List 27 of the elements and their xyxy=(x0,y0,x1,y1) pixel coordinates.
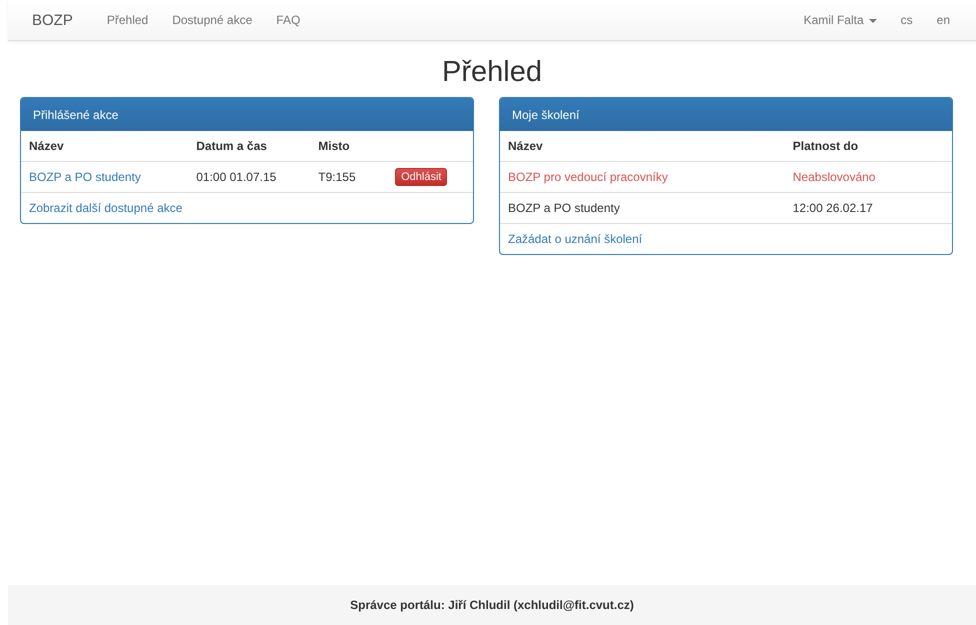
user-menu[interactable]: Kamil Falta xyxy=(792,13,889,27)
unregister-button[interactable]: Odhlásit xyxy=(395,168,448,186)
page-title: Přehled xyxy=(442,56,542,88)
event-link[interactable]: BOZP a PO studenty xyxy=(29,170,141,184)
column-header: Platnost do xyxy=(784,131,952,162)
table-cell: 12:00 26.02.17 xyxy=(784,192,952,223)
request-link[interactable]: Zažádat o uznání školení xyxy=(508,232,642,246)
more-events-link[interactable]: Zobrazit další dostupné akce xyxy=(29,201,182,215)
language-link[interactable]: en xyxy=(924,13,962,27)
brand-link[interactable]: BOZP xyxy=(20,12,85,28)
table-cell: Neabslovováno xyxy=(784,162,952,192)
panel-header: Moje školení xyxy=(500,98,952,131)
column-header: Název xyxy=(500,131,785,162)
footer-text: Správce portálu: Jiří Chludil (xchludil@fit.cvut.cz) xyxy=(350,598,634,612)
table-cell: BOZP pro vedoucí pracovníky xyxy=(500,162,785,192)
caret-icon xyxy=(868,18,877,23)
column-header: Datum a čas xyxy=(188,131,310,162)
table-cell: BOZP a PO studenty xyxy=(500,192,785,223)
nav-link[interactable]: Přehled xyxy=(94,13,160,27)
table-cell: 01:00 01.07.15 xyxy=(188,162,310,192)
column-header: Název xyxy=(21,131,188,162)
panel-header: Přihlášené akce xyxy=(21,98,473,131)
table-cell: T9:155 xyxy=(310,162,388,192)
column-header: Misto xyxy=(310,131,388,162)
nav-link[interactable]: FAQ xyxy=(264,13,312,27)
nav-link[interactable]: Dostupné akce xyxy=(160,13,264,27)
language-link[interactable]: cs xyxy=(888,13,925,27)
